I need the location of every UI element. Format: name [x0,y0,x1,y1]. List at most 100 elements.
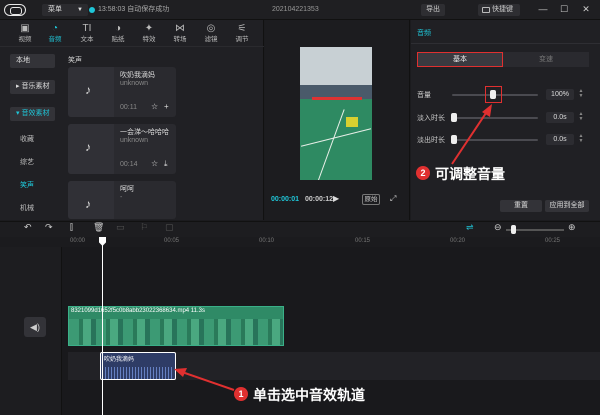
tab-transition[interactable]: ⋈ 转场 [169,22,191,46]
video-frame-stand [300,47,372,85]
tab-label: 滤镜 [204,36,218,43]
delete-icon[interactable]: 🗑 [93,222,104,233]
favorite-star-icon[interactable]: ☆ [151,159,158,168]
tab-label: 调节 [235,36,249,43]
shortcut-label: 快捷键 [492,6,513,13]
adjust-icon: ⚟ [237,23,247,34]
menu-button[interactable]: 菜单 ▼ [42,4,88,16]
shortcut-button[interactable]: 快捷键 [478,4,520,16]
sidebar-item-favorites[interactable]: 收藏 [20,134,34,144]
tab-audio[interactable]: ◔ 音频 [44,22,66,46]
zoom-slider-handle[interactable] [511,225,516,234]
annotation-text-1: 单击选中音效轨道 [253,387,365,403]
minimize-icon[interactable]: — [537,3,549,16]
tab-label: 转场 [173,36,187,43]
music-icon: ◔ [51,23,59,34]
total-time: 00:00:12 [305,196,334,203]
music-note-icon: ♪ [85,197,91,211]
volume-value[interactable]: 100% [546,89,574,100]
text-icon: TI [82,23,92,34]
tick-label: 00:20 [450,238,466,244]
tick-label: 00:25 [545,238,561,244]
mirror-icon: ⚐ [140,222,149,232]
tab-video[interactable]: ▣ 视频 [14,22,36,46]
reset-button[interactable]: 重置 [500,200,542,212]
sidebar-music-button[interactable]: ▸ 音乐素材 [10,80,55,94]
add-icon[interactable]: + [164,102,169,111]
filter-icon: ◎ [206,23,216,34]
sidebar-sfx-button[interactable]: ▾ 音效素材 [10,107,55,121]
tick-label: 00:15 [355,238,371,244]
redo-icon[interactable]: ↷ [45,222,53,233]
video-frame-cart [346,117,358,127]
close-icon[interactable]: ✕ [580,3,592,16]
playhead-line[interactable] [102,237,103,415]
annotation-badge-2: 2 [416,166,430,180]
volume-stepper[interactable]: ▲ ▼ [577,89,585,100]
audio-waveform [105,367,173,379]
sidebar-item-laughter[interactable]: 笑声 [20,180,34,190]
fade-out-stepper[interactable]: ▲ ▼ [577,134,585,145]
sidebar-local-button[interactable]: 本地 [10,54,55,68]
volume-label: 音量 [417,92,431,99]
media-tabs: ▣ 视频 ◔ 音频 TI 文本 ◑ 贴纸 ✦ 特效 ⋈ 转场 ◎ 滤镜 ⚟ 调节 [0,20,264,47]
sound-artist: unknown [120,80,149,87]
sidebar-item-variety[interactable]: 综艺 [20,157,34,167]
music-note-icon: ♪ [85,140,91,154]
divider [411,43,600,44]
sidebar-music-label: 音乐素材 [21,83,50,90]
zoom-in-icon[interactable]: ⊕ [568,222,576,233]
fade-in-value[interactable]: 0.0s [546,112,574,123]
freeze-icon: ▭ [116,222,125,232]
sound-name: 一会涕～哈哈哈 [120,129,169,136]
save-status: 13:58:03 自动保存成功 [98,6,170,13]
maximize-icon[interactable]: ☐ [558,3,570,16]
tab-adjust[interactable]: ⚟ 调节 [231,22,253,46]
tab-speed[interactable]: 变速 [503,52,589,67]
sound-card[interactable]: ♪ 呵呵 - [68,181,176,219]
sound-thumbnail: ♪ [68,124,114,174]
project-title: 202104221353 [272,6,319,13]
tab-filter[interactable]: ◎ 滤镜 [200,22,222,46]
annotation-arrow-2 [451,104,492,165]
tick-label: 00:05 [164,238,180,244]
sidebar-sfx-label: 音效素材 [21,110,50,117]
fade-in-stepper[interactable]: ▲ ▼ [577,112,585,123]
video-frame-court [300,99,372,180]
sound-duration: 00:11 [120,104,137,111]
annotation-arrow-1 [174,368,235,391]
fade-out-value[interactable]: 0.0s [546,134,574,145]
tab-text[interactable]: TI 文本 [76,22,98,46]
video-frame-net [312,97,362,100]
tick-label: 00:00 [70,238,86,244]
sound-thumbnail: ♪ [68,67,114,117]
split-icon[interactable]: ⫿ [70,222,73,233]
play-icon[interactable]: ▶ [333,194,339,203]
timeline-ruler[interactable] [68,237,600,247]
download-icon[interactable]: ⤓ [164,159,168,169]
sound-thumbnail: ♪ [68,181,114,219]
transition-icon: ⋈ [175,23,185,34]
undo-icon[interactable]: ↶ [24,222,32,233]
favorite-star-icon[interactable]: ☆ [151,102,158,111]
ratio-button[interactable]: 原始 [362,194,380,205]
fullscreen-icon[interactable]: ⤢ [390,194,396,204]
tab-basic[interactable]: 基本 [417,52,503,67]
zoom-out-icon[interactable]: ⊖ [494,222,502,233]
tab-effects[interactable]: ✦ 特效 [138,22,160,46]
sound-artist: - [120,194,123,201]
export-button[interactable]: 导出 [421,4,445,16]
sidebar-item-mechanical[interactable]: 机械 [20,203,34,213]
sound-name: 吹奶我滴妈 [120,72,155,79]
sound-card[interactable]: ♪ 吹奶我滴妈 unknown 00:11 ☆ + [68,67,176,117]
audio-clip[interactable]: 吹奶我滴妈 [100,352,176,380]
apply-all-button[interactable]: 应用到全部 [545,200,589,212]
preview-video[interactable] [300,47,372,180]
sound-card[interactable]: ♪ 一会涕～哈哈哈 unknown 00:14 ☆ ⤓ [68,124,176,174]
track-mute-icon[interactable]: ◀) [24,317,46,337]
snap-icon[interactable]: ⇌ [466,222,474,233]
tab-sticker[interactable]: ◑ 贴纸 [107,22,129,46]
video-clip[interactable]: 8321099d1652f5c0b8abb23022368634.mp4 11.… [68,306,284,346]
sound-duration: 00:14 [120,161,138,168]
section-title: 笑声 [68,57,82,64]
